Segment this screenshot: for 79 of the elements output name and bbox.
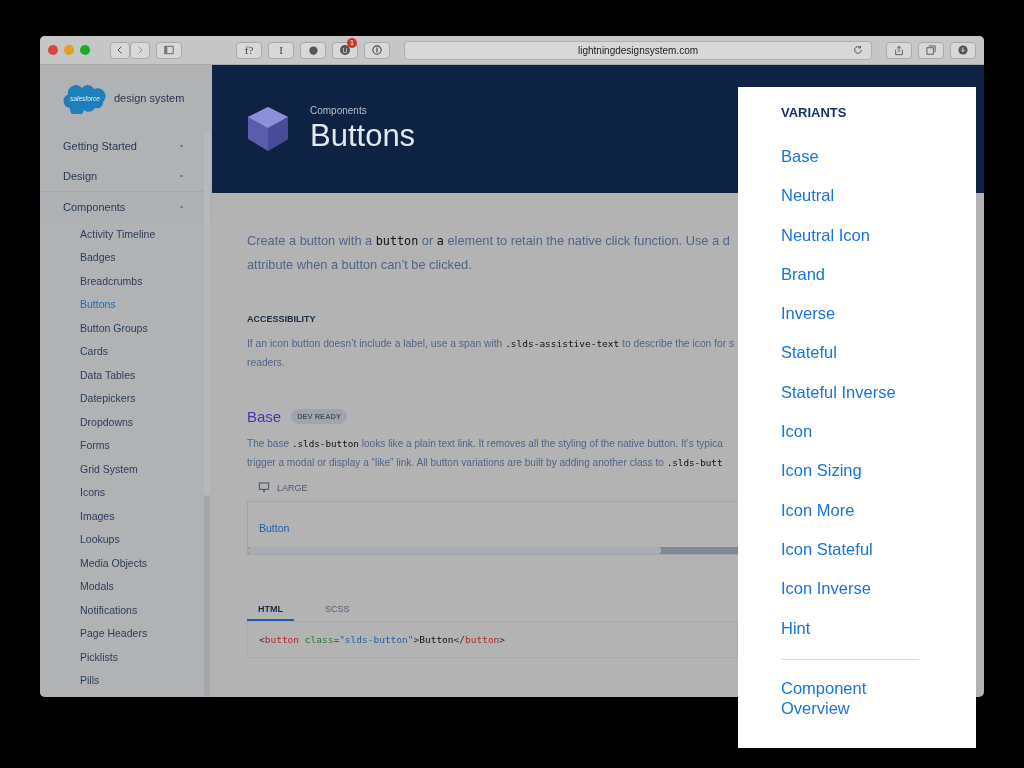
viewport-label: LARGE (277, 482, 308, 493)
close-button[interactable] (48, 45, 58, 55)
nav-subitem[interactable]: Modals (40, 574, 212, 598)
nav-subitem[interactable]: Buttons (40, 292, 212, 316)
minimize-button[interactable] (64, 45, 74, 55)
nav-subitem[interactable]: Pills (40, 668, 212, 692)
monitor-icon (258, 482, 270, 493)
section-title: Base (247, 408, 282, 425)
nav-subitem[interactable]: Images (40, 504, 212, 528)
info-icon (372, 45, 382, 55)
nav-subitem[interactable]: Activity Timeline (40, 222, 212, 246)
variant-link[interactable]: Neutral Icon (781, 224, 976, 264)
brand-name: design system (114, 92, 185, 104)
reload-icon (853, 44, 863, 55)
variant-link[interactable]: Icon Sizing (781, 460, 976, 500)
extension-button[interactable] (364, 41, 390, 59)
nav-subitem[interactable]: Picklists (40, 645, 212, 669)
code-tab[interactable]: SCSS (314, 599, 361, 621)
tabs-icon (925, 44, 937, 56)
sidebar-icon (163, 45, 175, 55)
nav-subitem[interactable]: Breadcrumbs (40, 269, 212, 293)
demo-button[interactable]: Button (259, 522, 290, 534)
extension-button[interactable]: f? (236, 41, 262, 59)
download-icon (958, 45, 968, 55)
nav-subitem[interactable]: Lookups (40, 527, 212, 551)
share-icon (894, 44, 904, 56)
nav-subitem[interactable]: Dropdowns (40, 410, 212, 434)
page-eyebrow: Components (310, 104, 368, 116)
nav-subitem[interactable]: Datepickers (40, 386, 212, 410)
share-button[interactable] (886, 41, 912, 59)
code-block: <button class="slds-button">Button</button> (247, 622, 738, 658)
cube-icon (246, 105, 290, 153)
extension-button[interactable] (300, 41, 326, 59)
variant-link[interactable]: Icon Inverse (781, 578, 976, 618)
nav-subitem[interactable]: Grid System (40, 457, 212, 481)
variant-link[interactable]: Icon More (781, 499, 976, 539)
nav-item[interactable]: Getting Started (40, 131, 212, 161)
variant-link[interactable]: Base (781, 146, 976, 186)
nav-subitem[interactable]: Badges (40, 245, 212, 269)
nav-subitem[interactable]: Icons (40, 480, 212, 504)
variant-link[interactable]: Icon Stateful (781, 538, 976, 579)
page-title: Buttons (310, 117, 416, 154)
forward-icon (136, 45, 144, 55)
address-bar[interactable]: lightningdesignsystem.com (404, 40, 872, 60)
nav-subitem[interactable]: Data Tables (40, 363, 212, 387)
nav-subitem[interactable]: Forms (40, 433, 212, 457)
scrollbar[interactable] (204, 131, 210, 697)
downloads-button[interactable] (950, 41, 976, 59)
variant-link[interactable]: Stateful Inverse (781, 381, 976, 422)
back-icon (116, 45, 124, 55)
variant-link[interactable]: Stateful (781, 342, 976, 382)
intro-text: attribute when a button can’t be clicked. (247, 256, 473, 274)
overview-link[interactable]: Component Overview (781, 677, 901, 718)
forward-button[interactable] (130, 41, 150, 59)
nav-subitem[interactable]: Cards (40, 339, 212, 363)
intro-text: Create a button with a button or a element to retain the native click function. Use a d (247, 232, 731, 250)
variant-link[interactable]: Neutral (781, 185, 976, 225)
variant-link[interactable]: Icon (781, 421, 976, 461)
nav-subitem[interactable]: Notifications (40, 598, 212, 622)
zoom-button[interactable] (80, 45, 90, 55)
panel-heading: VARIANTS (781, 105, 848, 120)
nav-item[interactable]: Design (40, 161, 212, 191)
tabs-button[interactable] (918, 41, 944, 59)
variant-link[interactable]: Hint (781, 617, 976, 657)
section-heading: ACCESSIBILITY (247, 314, 317, 324)
code-tab[interactable]: HTML (247, 599, 294, 621)
body-text: If an icon button doesn’t include a label, use a span with .slds-assistive-text to describe the icon for s (247, 337, 736, 351)
body-text: The base .slds-button looks like a plain text link. It removes all the styling of the native button. It’s typica (247, 437, 724, 451)
sidebar-button[interactable] (156, 41, 182, 59)
nav-subitem[interactable]: Page Headers (40, 621, 212, 645)
nav-subitem[interactable]: Button Groups (40, 316, 212, 340)
nav-subitem[interactable]: Media Objects (40, 551, 212, 575)
back-button[interactable] (110, 41, 130, 59)
body-text: trigger a modal or display a “like” link. All button variations are built by adding another class to .slds-butt (247, 455, 724, 470)
body-text: readers. (247, 356, 286, 370)
extension-button[interactable]: I (268, 41, 294, 59)
variant-link[interactable]: Brand (781, 263, 976, 304)
horizontal-scrollbar[interactable] (248, 547, 738, 554)
variant-link[interactable]: Inverse (781, 303, 976, 343)
